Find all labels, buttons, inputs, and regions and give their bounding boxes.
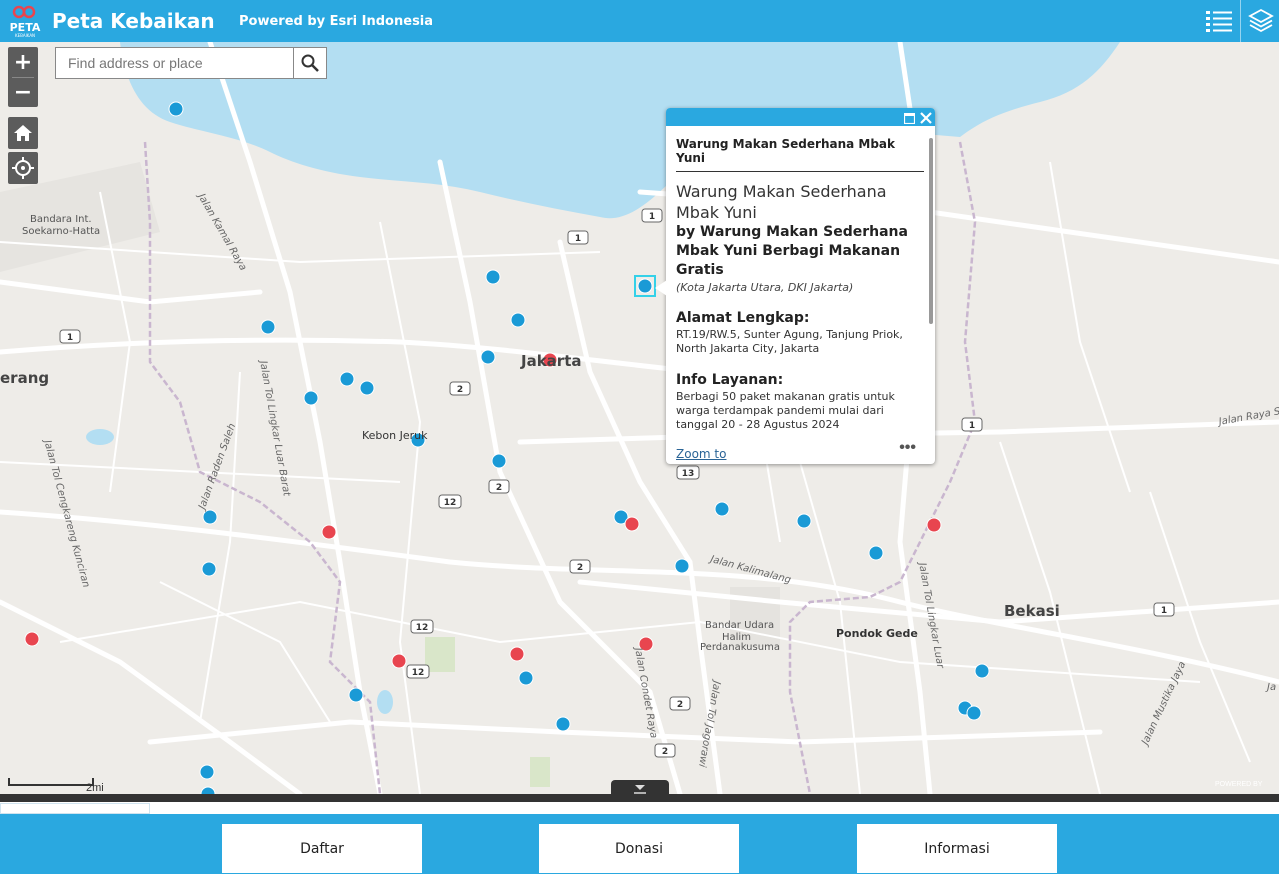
city-label-bekasi: Bekasi (1004, 602, 1060, 620)
popup-service: Berbagi 50 paket makanan gratis untuk wa… (676, 390, 895, 431)
home-button[interactable] (8, 117, 38, 149)
bottom-tab-bar: Daftar Donasi Informasi (0, 814, 1279, 874)
area-label-pondok-gede: Pondok Gede (836, 627, 918, 640)
layers-icon (1248, 8, 1274, 33)
layers-button[interactable] (1240, 0, 1279, 42)
scale-bar (8, 778, 94, 786)
locate-button[interactable] (8, 152, 38, 184)
scale-label: 2mi (86, 782, 104, 794)
list-icon (1206, 11, 1232, 32)
route-shield: 2 (677, 700, 683, 710)
popup-location: (Kota Jakarta Utara, DKI Jakarta) (676, 281, 854, 294)
zoom-in-button[interactable]: + (8, 47, 38, 77)
city-label-tangerang: erang (0, 369, 50, 387)
popup-footer: Zoom to ••• (676, 439, 926, 463)
app-title: Peta Kebaikan (52, 9, 215, 33)
feature-popup: Warung Makan Sederhana Mbak Yuni Warung … (666, 108, 935, 464)
attribution-strip (0, 802, 1279, 814)
tab-daftar[interactable]: Daftar (222, 824, 422, 873)
powered-by-text: Powered by Esri Indonesia (239, 14, 434, 29)
logo-subtext: KEBAIKAN (15, 33, 35, 38)
popup-address: RT.19/RW.5, Sunter Agung, Tanjung Priok,… (676, 328, 903, 355)
close-icon (920, 112, 932, 124)
road-label-edge: Ja (1267, 682, 1277, 693)
caret-down-icon (634, 785, 646, 794)
route-shield: 1 (649, 212, 655, 222)
airport-label-line1: Bandara Int. (30, 214, 92, 225)
maximize-icon (903, 112, 916, 125)
search-button[interactable] (293, 48, 326, 78)
more-actions-button[interactable]: ••• (899, 439, 916, 457)
popup-content[interactable]: Warung Makan Sederhana Mbak Yuni Warung … (676, 126, 924, 436)
route-shield: 1 (67, 333, 73, 343)
panel-divider (0, 794, 1279, 802)
popup-address-heading: Alamat Lengkap: (676, 310, 810, 326)
route-shield: 1 (575, 234, 581, 244)
tab-donasi[interactable]: Donasi (539, 824, 739, 873)
route-shield: 2 (496, 483, 502, 493)
tab-informasi[interactable]: Informasi (857, 824, 1057, 873)
search-icon (301, 54, 319, 72)
app-logo: PETA KEBAIKAN (8, 4, 42, 38)
locate-icon (12, 157, 34, 179)
popup-scrollbar[interactable] (929, 138, 933, 324)
map-view[interactable]: 1 1 1 1 1 2 2 2 2 2 12 12 12 13 Jakarta … (0, 42, 1279, 794)
route-shield: 12 (416, 623, 429, 633)
route-shield: 2 (457, 385, 463, 395)
route-shield: 2 (662, 747, 668, 757)
header-bar: PETA KEBAIKAN Peta Kebaikan Powered by E… (0, 0, 1279, 42)
area-label-kebon-jeruk: Kebon Jeruk (362, 429, 428, 442)
popup-feature-by: by Warung Makan Sederhana Mbak Yuni Berb… (676, 224, 908, 278)
zoom-controls: + − (8, 47, 38, 107)
route-shield: 12 (412, 668, 425, 678)
route-shield: 1 (1161, 606, 1167, 616)
esri-credit: POWERED BY (1215, 781, 1263, 788)
zoom-to-link[interactable]: Zoom to (676, 447, 726, 461)
map-point-blue (168, 101, 184, 117)
legend-button[interactable] (1199, 0, 1239, 42)
halim-label-line1: Bandar Udara (705, 620, 775, 631)
route-shield: 13 (682, 469, 695, 479)
popup-title: Warung Makan Sederhana Mbak Yuni (676, 137, 924, 172)
popup-pointer (655, 280, 667, 296)
city-label-jakarta: Jakarta (521, 352, 582, 370)
airport-label-line2: Soekarno-Hatta (22, 226, 101, 237)
route-shield: 1 (969, 421, 975, 431)
home-icon (14, 125, 32, 141)
search-box (55, 47, 327, 79)
route-shield: 2 (577, 563, 583, 573)
route-shield: 12 (444, 498, 457, 508)
halim-label-line3: Perdanakusuma (700, 642, 780, 653)
popup-service-heading: Info Layanan: (676, 372, 784, 388)
popup-header (666, 108, 935, 126)
search-input[interactable] (56, 48, 296, 78)
zoom-out-button[interactable]: − (8, 78, 38, 107)
popup-feature-name: Warung Makan Sederhana Mbak Yuni (676, 182, 887, 222)
